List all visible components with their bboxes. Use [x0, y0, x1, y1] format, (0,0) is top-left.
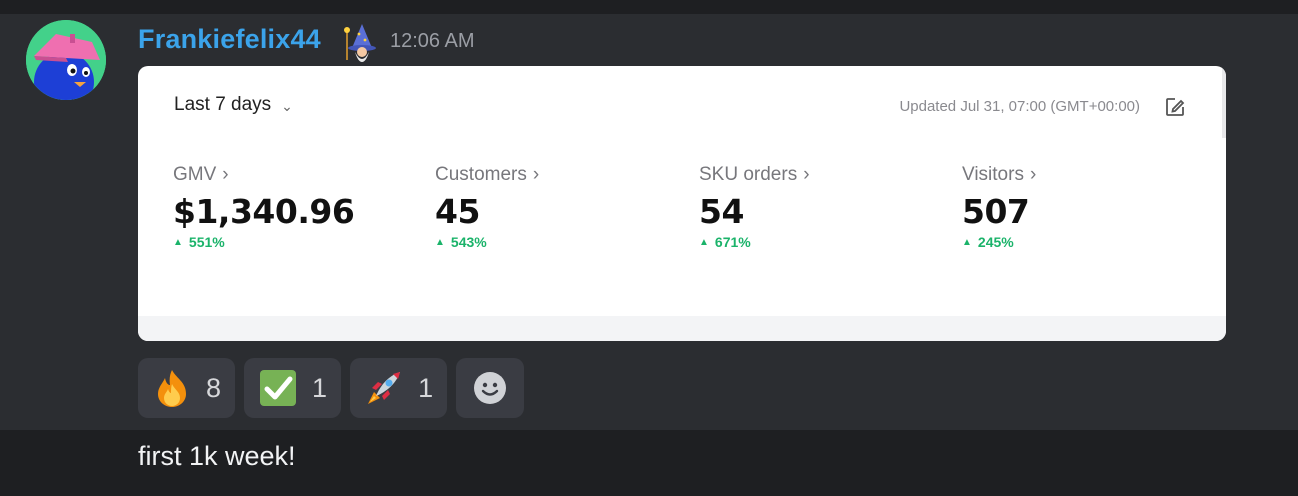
metric-sku-orders: SKU orders › 54 ▲ 671%: [699, 164, 939, 250]
reaction-count: 8: [206, 372, 222, 403]
arrow-up-icon: ▲: [435, 236, 445, 248]
wizard-icon[interactable]: [342, 22, 382, 62]
metric-label[interactable]: GMV ›: [173, 164, 413, 186]
reaction-check[interactable]: 1: [244, 358, 342, 418]
reaction-count: 1: [418, 372, 434, 403]
edit-icon[interactable]: [1164, 96, 1186, 118]
metric-change: ▲ 245%: [962, 234, 1014, 250]
scrollbar-edge: [1222, 68, 1226, 138]
arrow-up-icon: ▲: [699, 236, 709, 248]
card-footer: [138, 316, 1226, 341]
dashboard-image[interactable]: Last 7 days ⌄ Updated Jul 31, 07:00 (GMT…: [138, 66, 1226, 341]
check-mark-icon: [258, 368, 298, 408]
arrow-up-icon: ▲: [173, 236, 183, 248]
metric-label[interactable]: Customers ›: [435, 164, 675, 186]
metric-change: ▲ 543%: [435, 234, 487, 250]
message-timestamp: 12:06 AM: [390, 30, 475, 52]
metric-change: ▲ 671%: [699, 234, 751, 250]
chevron-right-icon: ›: [532, 164, 540, 185]
chevron-down-icon: ⌄: [281, 97, 293, 114]
date-range-dropdown[interactable]: Last 7 days ⌄: [174, 94, 293, 116]
metric-value: 507: [962, 192, 1030, 231]
metric-gmv: GMV › $1,340.96 ▲ 551%: [173, 164, 413, 250]
fire-icon: [152, 368, 192, 408]
add-reaction-button[interactable]: [456, 358, 525, 418]
message-text: first 1k week!: [138, 441, 296, 471]
smile-icon: [473, 371, 507, 405]
metric-label[interactable]: Visitors ›: [962, 164, 1202, 186]
metric-value: $1,340.96: [173, 192, 355, 231]
date-range-label: Last 7 days: [174, 94, 272, 115]
metric-label[interactable]: SKU orders ›: [699, 164, 939, 186]
previous-message-area: [0, 0, 1298, 14]
reaction-rocket[interactable]: 1: [350, 358, 448, 418]
metric-value: 45: [435, 192, 480, 231]
username[interactable]: Frankiefelix44: [138, 24, 321, 55]
chevron-right-icon: ›: [222, 164, 229, 185]
metric-value: 54: [699, 192, 744, 231]
chevron-right-icon: ›: [803, 164, 810, 185]
avatar[interactable]: [26, 20, 106, 100]
reactions-bar: 8 1 1: [138, 358, 525, 418]
chevron-right-icon: ›: [1029, 164, 1037, 185]
reaction-count: 1: [312, 372, 328, 403]
rocket-icon: [364, 368, 404, 408]
metric-visitors: Visitors › 507 ▲ 245%: [962, 164, 1202, 250]
metric-change: ▲ 551%: [173, 234, 225, 250]
metric-customers: Customers › 45 ▲ 543%: [435, 164, 675, 250]
reaction-fire[interactable]: 8: [138, 358, 236, 418]
arrow-up-icon: ▲: [962, 236, 972, 248]
updated-timestamp: Updated Jul 31, 07:00 (GMT+00:00): [899, 98, 1140, 115]
